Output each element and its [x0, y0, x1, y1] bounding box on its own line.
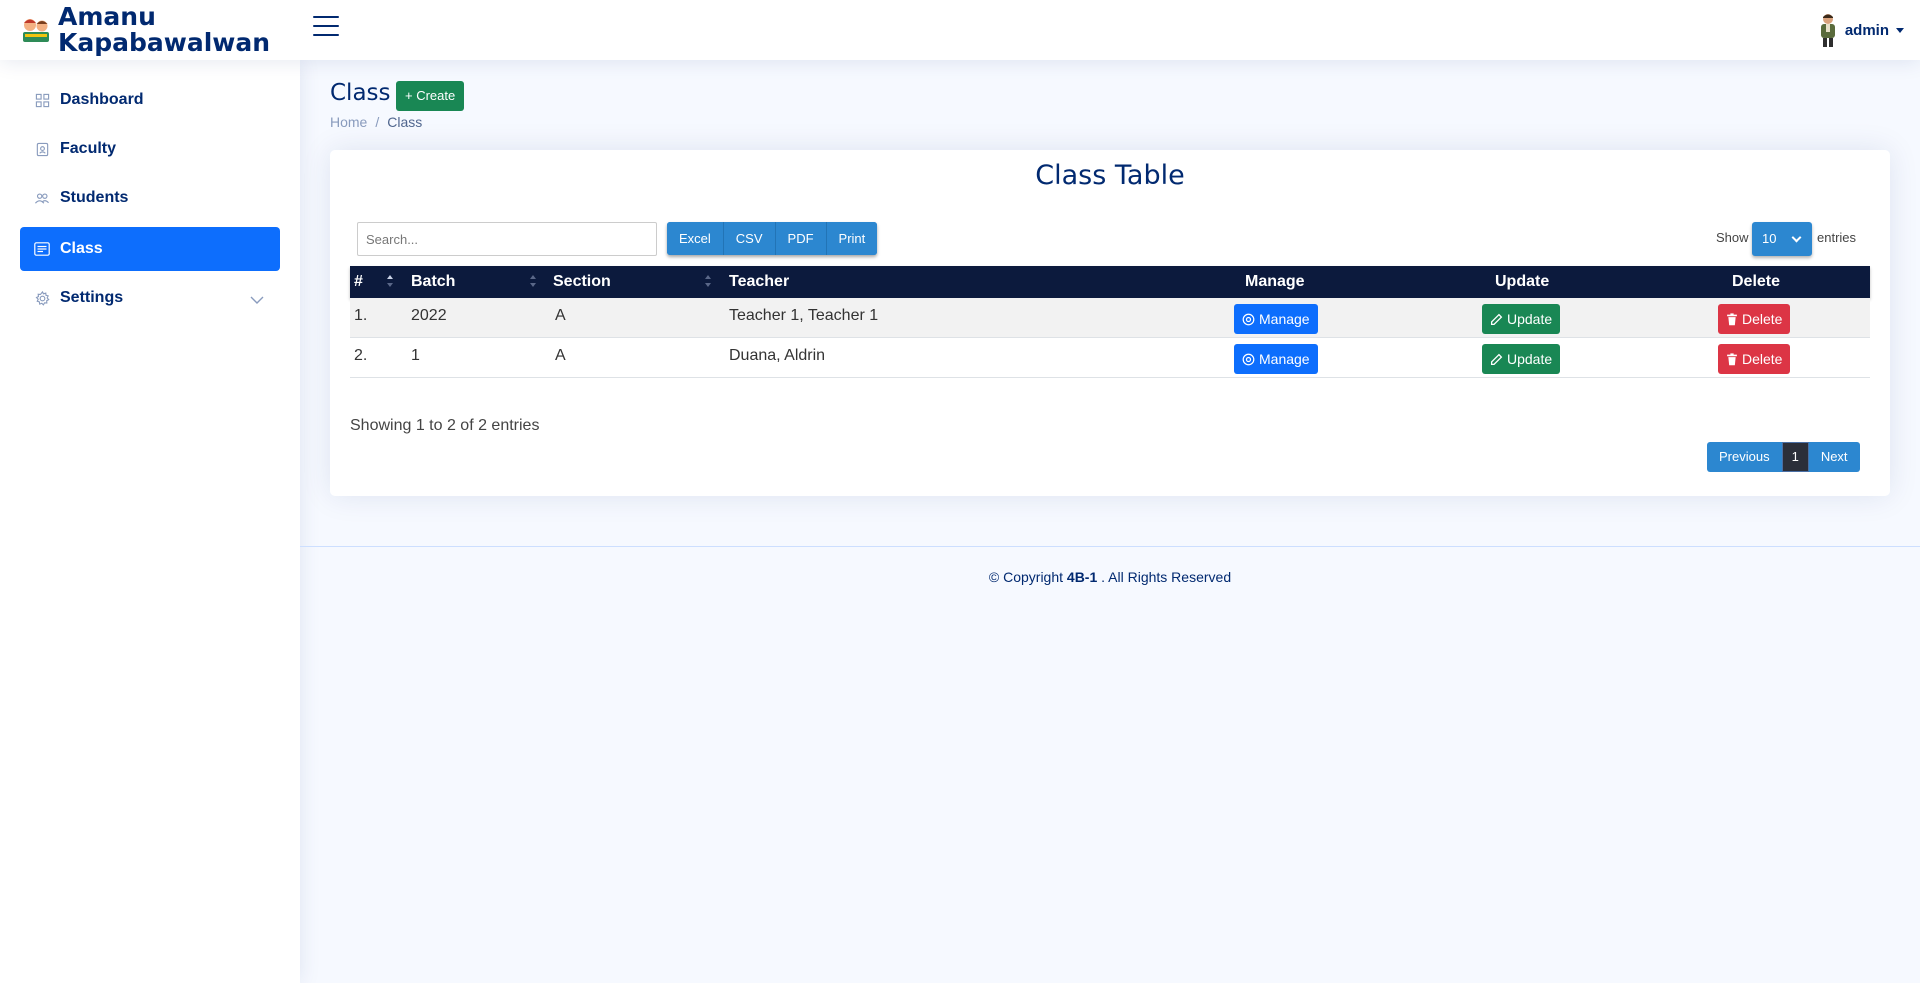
next-page-button[interactable]: Next — [1808, 442, 1860, 472]
update-button[interactable]: Update — [1482, 304, 1561, 334]
show-label: Show — [1716, 230, 1749, 245]
row-section: A — [555, 307, 566, 324]
update-button-label: Update — [1507, 311, 1553, 327]
column-header-update: Update — [1495, 273, 1550, 290]
page-1-button[interactable]: 1 — [1781, 442, 1809, 472]
breadcrumb-home[interactable]: Home — [330, 114, 367, 130]
app-title: Amanu Kapabawalwan — [58, 4, 270, 56]
delete-button-label: Delete — [1742, 351, 1783, 367]
column-header-delete: Delete — [1732, 273, 1781, 290]
sidebar-item-label: Dashboard — [60, 91, 144, 108]
column-header-teacher[interactable]: Teacher — [729, 266, 789, 298]
people-icon — [34, 190, 50, 206]
row-number: 2. — [354, 347, 368, 364]
pagination: Previous 1 Next — [1707, 442, 1860, 472]
csv-button[interactable]: CSV — [723, 222, 776, 255]
footer-brand: 4B-1 — [1066, 569, 1098, 585]
column-header-manage: Manage — [1245, 273, 1305, 290]
delete-button[interactable]: Delete — [1718, 304, 1791, 334]
breadcrumb-current: Class — [387, 114, 423, 130]
sort-icon — [530, 275, 536, 289]
delete-button-label: Delete — [1742, 311, 1783, 327]
grid-icon — [34, 92, 50, 108]
logo-icon — [20, 14, 52, 46]
table-header: # Batch Section Teacher Manage Update De… — [350, 266, 1870, 298]
manage-button[interactable]: Manage — [1234, 304, 1318, 334]
footer-suffix: . All Rights Reserved — [1101, 569, 1232, 585]
sidebar-item-label: Faculty — [60, 140, 117, 157]
sidebar-item-dashboard[interactable]: Dashboard — [20, 78, 280, 122]
create-button[interactable]: + Create — [396, 81, 465, 111]
footer: © Copyright 4B-1 . All Rights Reserved — [300, 569, 1920, 585]
sort-icon — [387, 275, 393, 289]
table-info: Showing 1 to 2 of 2 entries — [350, 417, 540, 434]
sidebar-item-class[interactable]: Class — [20, 227, 280, 271]
export-button-group: Excel CSV PDF Print — [667, 222, 878, 255]
manage-button[interactable]: Manage — [1234, 344, 1318, 374]
page-size-select[interactable]: 10 — [1752, 222, 1812, 256]
app-title-line2: Kapabawalwan — [58, 28, 271, 57]
footer-divider — [300, 546, 1920, 547]
sort-icon — [705, 275, 711, 289]
page-size-value: 10 — [1762, 231, 1777, 246]
sidebar-item-faculty[interactable]: Faculty — [20, 127, 280, 171]
sidebar-item-students[interactable]: Students — [20, 176, 280, 220]
app-title-line1: Amanu — [58, 2, 156, 31]
chevron-down-icon — [1791, 232, 1802, 243]
manage-button-label: Manage — [1259, 311, 1310, 327]
sidebar-item-label: Settings — [60, 289, 124, 306]
row-batch: 2022 — [411, 307, 447, 324]
print-button[interactable]: Print — [826, 222, 878, 255]
row-section: A — [555, 347, 566, 364]
column-header-section[interactable]: Section — [553, 266, 611, 298]
user-name: admin — [1844, 21, 1889, 39]
breadcrumb: Home / Class — [330, 114, 422, 130]
excel-button[interactable]: Excel — [667, 222, 724, 255]
row-number: 1. — [354, 307, 368, 324]
column-header-number[interactable]: # — [354, 266, 363, 298]
sidebar-item-settings[interactable]: Settings — [20, 276, 280, 320]
pencil-icon — [1490, 313, 1503, 326]
card-list-icon — [34, 241, 50, 257]
previous-page-button[interactable]: Previous — [1707, 442, 1782, 472]
row-teacher: Duana, Aldrin — [729, 347, 826, 364]
update-button-label: Update — [1507, 351, 1553, 367]
column-header-batch[interactable]: Batch — [411, 266, 455, 298]
card-title: Class Table — [1035, 160, 1185, 191]
trash-icon — [1726, 312, 1738, 326]
row-teacher: Teacher 1, Teacher 1 — [729, 307, 879, 324]
gear-icon — [34, 290, 50, 306]
logo[interactable]: Amanu Kapabawalwan — [20, 4, 270, 56]
manage-button-label: Manage — [1259, 351, 1310, 367]
class-table: # Batch Section Teacher Manage Update De… — [350, 266, 1870, 378]
update-button[interactable]: Update — [1482, 344, 1561, 374]
caret-down-icon — [1896, 27, 1904, 33]
trash-icon — [1726, 352, 1738, 366]
entries-label: entries — [1817, 230, 1857, 245]
delete-button[interactable]: Delete — [1718, 344, 1791, 374]
table-row: 2. 1 A Duana, Aldrin Manage Update Delet… — [350, 338, 1870, 378]
gear-circle-icon — [1242, 353, 1255, 366]
breadcrumb-separator: / — [375, 114, 380, 130]
user-profile-dropdown[interactable]: admin — [1817, 12, 1904, 48]
row-batch: 1 — [411, 347, 420, 364]
table-row: 1. 2022 A Teacher 1, Teacher 1 Manage Up… — [350, 298, 1870, 338]
sidebar: Dashboard Faculty Students Class Setting… — [0, 60, 300, 983]
search-input[interactable] — [357, 222, 657, 256]
avatar — [1817, 12, 1839, 48]
sidebar-toggle-button[interactable] — [313, 16, 339, 40]
pdf-button[interactable]: PDF — [775, 222, 827, 255]
sidebar-item-label: Students — [60, 189, 129, 206]
gear-circle-icon — [1242, 313, 1255, 326]
footer-prefix: © Copyright — [988, 569, 1064, 585]
page-title: Class — [330, 80, 391, 106]
top-header: Amanu Kapabawalwan admin — [0, 0, 1920, 60]
chevron-down-icon — [250, 292, 264, 310]
person-badge-icon — [34, 141, 50, 157]
sidebar-item-label: Class — [60, 240, 103, 257]
pencil-icon — [1490, 353, 1503, 366]
